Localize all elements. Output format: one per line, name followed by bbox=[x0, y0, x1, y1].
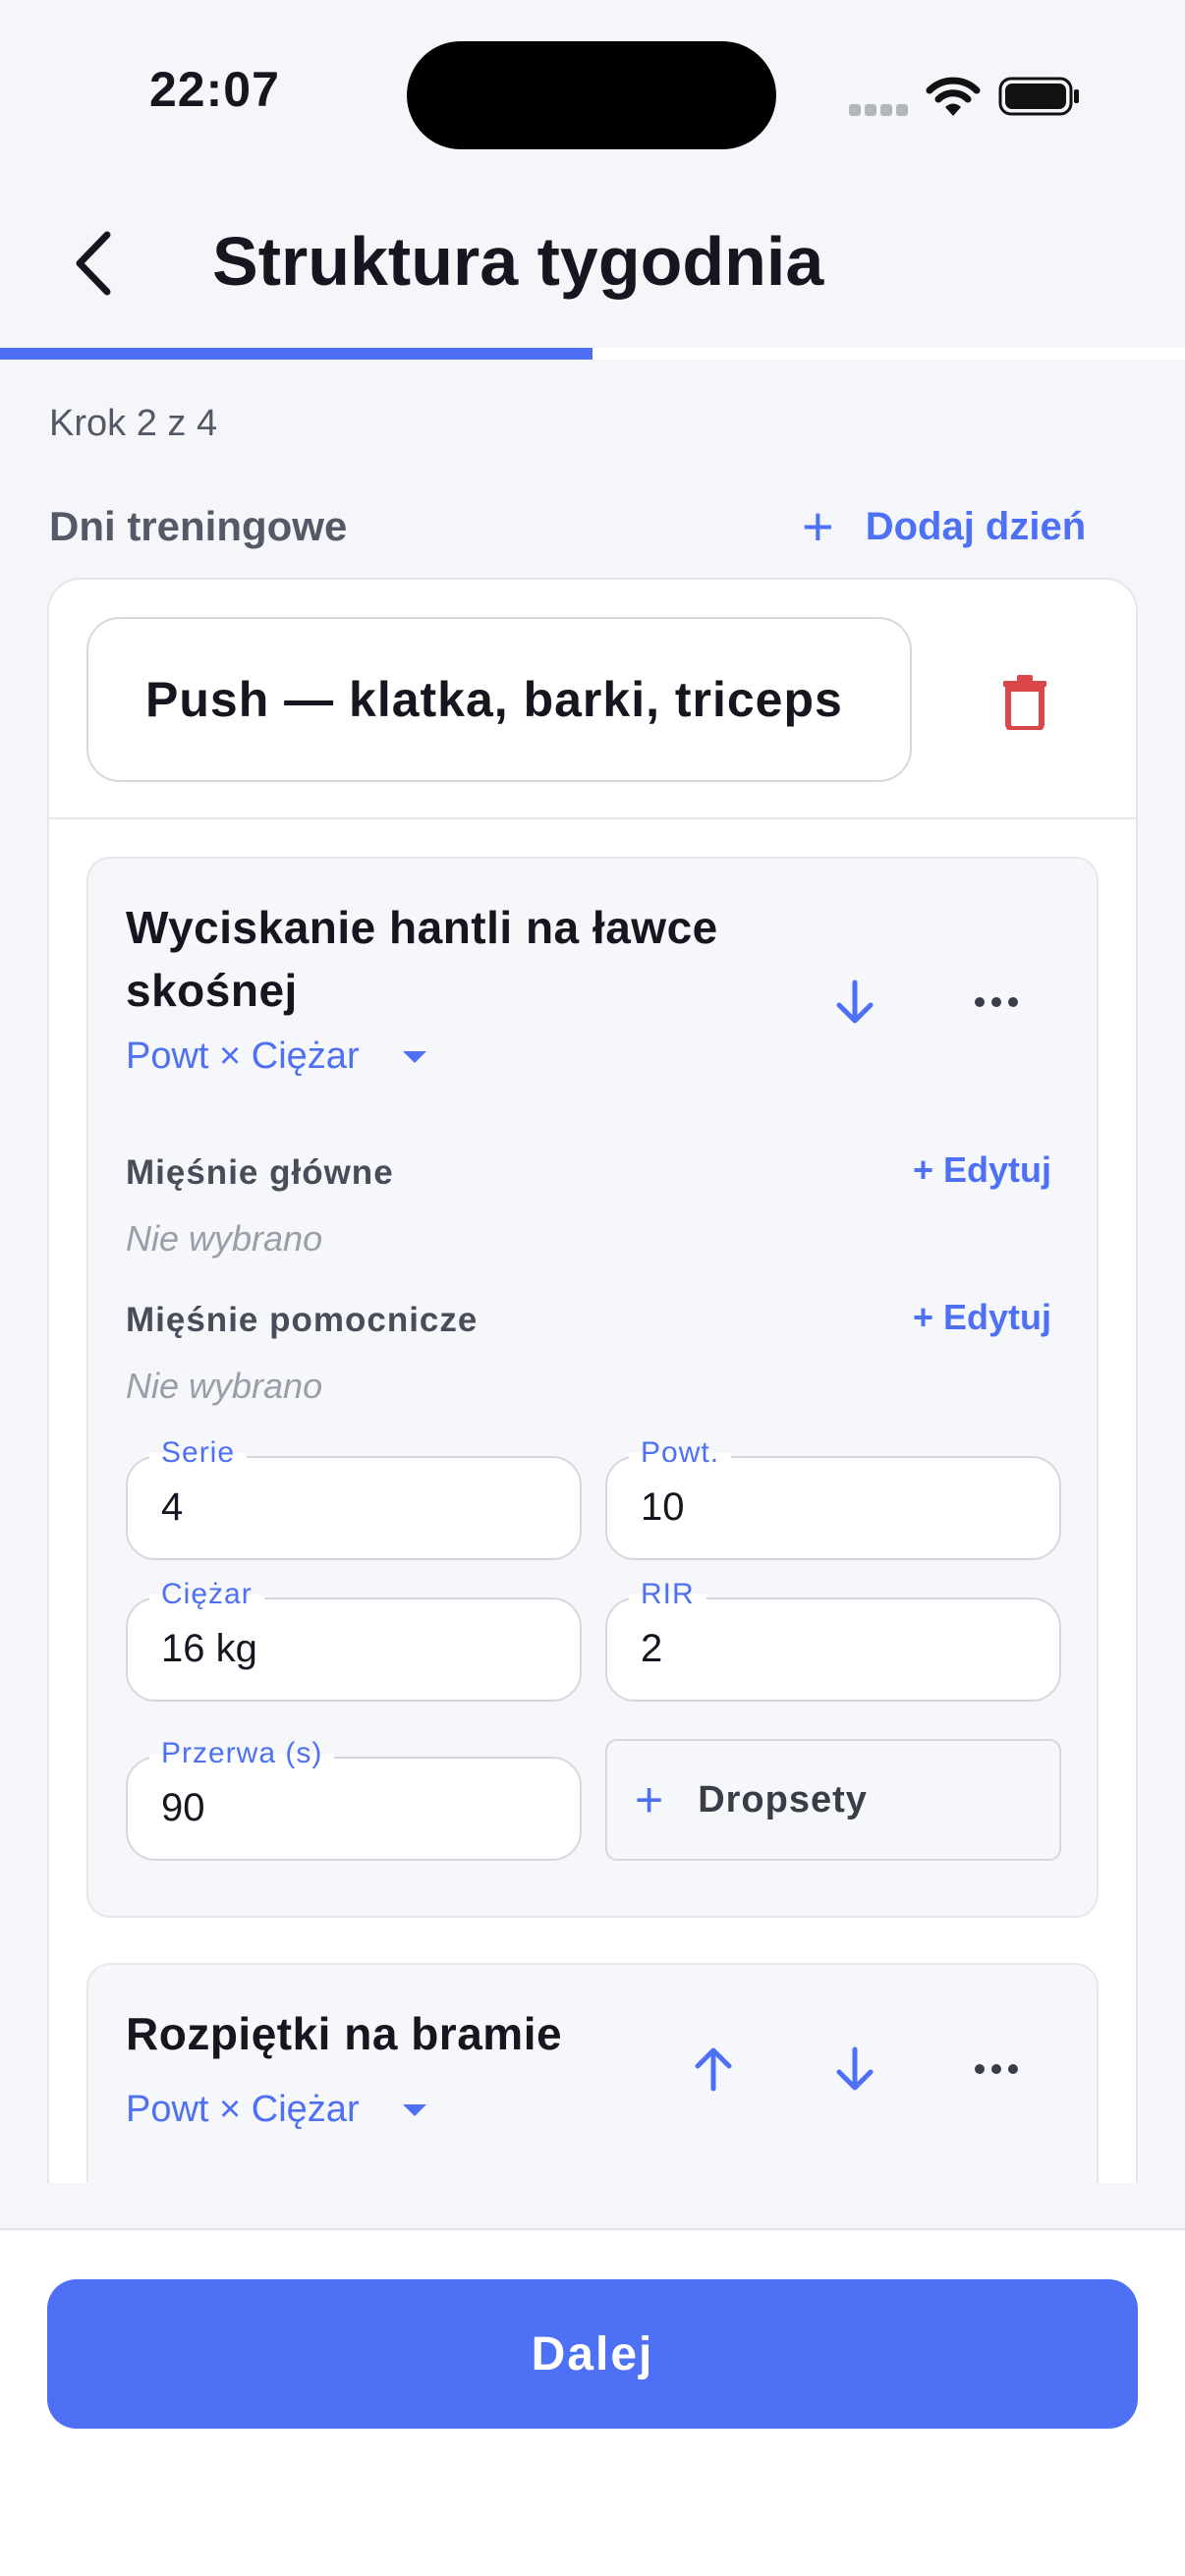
caret-down-icon bbox=[402, 2103, 426, 2116]
move-up-button[interactable] bbox=[678, 2034, 749, 2104]
rir-field[interactable]: RIR 2 bbox=[605, 1578, 1061, 1702]
rest-label: Przerwa (s) bbox=[149, 1737, 335, 1770]
delete-day-button[interactable] bbox=[992, 670, 1057, 735]
more-options-button[interactable] bbox=[961, 2034, 1032, 2104]
add-day-label: Dodaj dzień bbox=[865, 504, 1087, 548]
secondary-muscles-value: Nie wybrano bbox=[126, 1366, 323, 1406]
exercise-name: Wyciskanie hantli na ławce skośnej bbox=[126, 902, 718, 1016]
exercise-name: Rozpiętki na bramie bbox=[126, 2008, 563, 2059]
arrow-down-icon bbox=[836, 980, 874, 1024]
more-icon bbox=[975, 2064, 1018, 2074]
step-label: Krok 2 z 4 bbox=[49, 403, 218, 444]
move-down-button[interactable] bbox=[819, 967, 890, 1037]
trash-icon bbox=[1003, 675, 1046, 730]
plus-icon: + bbox=[635, 1772, 665, 1827]
more-options-button[interactable] bbox=[961, 967, 1032, 1037]
scroll-area[interactable]: Struktura tygodnia Krok 2 z 4 Dni trenin… bbox=[0, 0, 1185, 2183]
edit-primary-muscles-button[interactable]: + Edytuj bbox=[913, 1149, 1051, 1191]
reps-field[interactable]: Powt. 10 bbox=[605, 1436, 1061, 1560]
sets-field[interactable]: Serie 4 bbox=[126, 1436, 582, 1560]
reps-label: Powt. bbox=[629, 1436, 732, 1470]
primary-muscles-value: Nie wybrano bbox=[126, 1218, 323, 1259]
sets-label: Serie bbox=[149, 1436, 248, 1470]
add-day-button[interactable]: + Dodaj dzień bbox=[802, 497, 1086, 556]
rir-value: 2 bbox=[641, 1627, 663, 1670]
edit-secondary-muscles-button[interactable]: + Edytuj bbox=[913, 1297, 1051, 1338]
exercise-card: Wyciskanie hantli na ławce skośnej Powt … bbox=[86, 857, 1099, 1918]
arrow-down-icon bbox=[836, 2046, 874, 2091]
more-icon bbox=[975, 997, 1018, 1007]
move-down-button[interactable] bbox=[819, 2034, 890, 2104]
divider bbox=[49, 817, 1136, 819]
rest-value: 90 bbox=[161, 1786, 205, 1829]
weight-value: 16 kg bbox=[161, 1627, 257, 1670]
weight-field[interactable]: Ciężar 16 kg bbox=[126, 1578, 582, 1702]
plus-icon: + bbox=[802, 495, 834, 557]
arrow-up-icon bbox=[695, 2047, 732, 2092]
section-label: Dni treningowe bbox=[49, 503, 348, 549]
progress-fill bbox=[0, 348, 592, 360]
reps-value: 10 bbox=[641, 1485, 685, 1529]
exercise-type-select[interactable]: Powt × Ciężar bbox=[126, 2089, 426, 2131]
exercise-type-value: Powt × Ciężar bbox=[126, 2089, 360, 2130]
day-name-value: Push — klatka, barki, triceps bbox=[145, 672, 843, 727]
rir-label: RIR bbox=[629, 1578, 706, 1611]
rest-field[interactable]: Przerwa (s) 90 bbox=[126, 1737, 582, 1861]
add-dropsets-button[interactable]: + Dropsety bbox=[605, 1739, 1061, 1861]
exercise-type-select[interactable]: Powt × Ciężar bbox=[126, 1036, 426, 1078]
chevron-left-icon bbox=[76, 231, 111, 296]
exercise-card: Rozpiętki na bramie Powt × Ciężar bbox=[86, 1963, 1099, 2183]
exercise-type-value: Powt × Ciężar bbox=[126, 1036, 360, 1077]
next-button[interactable]: Dalej bbox=[47, 2279, 1138, 2429]
back-button[interactable] bbox=[49, 224, 138, 303]
secondary-muscles-label: Mięśnie pomocnicze bbox=[126, 1301, 479, 1339]
day-name-input[interactable]: Push — klatka, barki, triceps bbox=[86, 617, 912, 782]
page-title: Struktura tygodnia bbox=[212, 223, 824, 300]
sets-value: 4 bbox=[161, 1485, 184, 1529]
primary-muscles-label: Mięśnie główne bbox=[126, 1153, 394, 1192]
day-card: Push — klatka, barki, triceps Wyciskanie… bbox=[47, 578, 1138, 2183]
caret-down-icon bbox=[402, 1050, 426, 1063]
dropsets-label: Dropsety bbox=[698, 1778, 868, 1820]
bottom-bar: Dalej bbox=[0, 2228, 1185, 2576]
weight-label: Ciężar bbox=[149, 1578, 264, 1611]
